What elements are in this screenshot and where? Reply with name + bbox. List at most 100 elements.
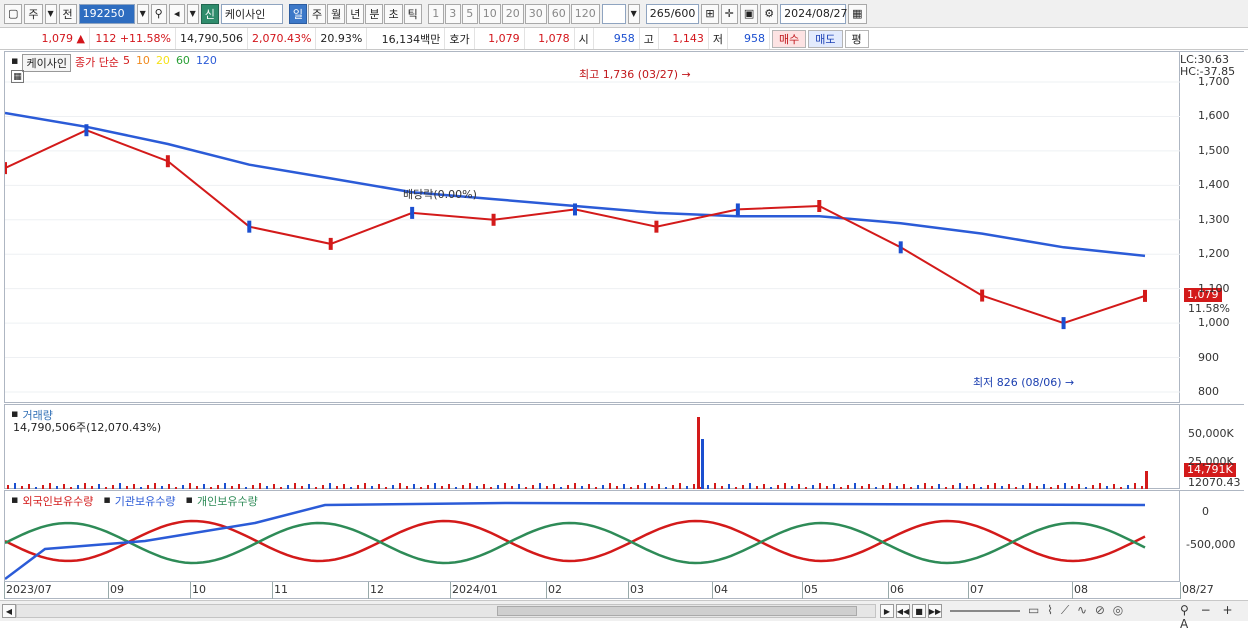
volume-bar <box>644 483 646 489</box>
tab-1[interactable]: 주 <box>307 3 327 24</box>
interval-1[interactable]: 1 <box>427 3 444 24</box>
holding-chart-pane[interactable]: ▪ 외국인보유수량 ▪ 기관보유수량 ▪ 개인보유수량 <box>4 490 1180 582</box>
rewind-icon[interactable]: ◀◀ <box>896 604 910 618</box>
volume-bar <box>315 487 317 489</box>
change-cell: 112 +11.58% <box>90 28 176 49</box>
volume-chart-pane[interactable]: ▪ 거래량 14,790,506주(12,070.43%) <box>4 404 1180 489</box>
ma-title: 종가 단순 <box>74 56 119 69</box>
tab-4[interactable]: 분 <box>365 3 384 24</box>
interval-3[interactable]: 3 <box>444 3 461 24</box>
price-y-label: 1,200 <box>1198 247 1230 261</box>
x-label: 10 <box>192 583 206 596</box>
volume-bar <box>560 487 562 489</box>
price-point <box>5 162 7 175</box>
scroll-left-icon[interactable]: ◀ <box>2 604 16 618</box>
chevron-down-icon[interactable]: ▼ <box>186 3 199 24</box>
interval-30[interactable]: 30 <box>524 3 547 24</box>
table-icon[interactable]: ▦ <box>11 70 24 83</box>
volume-bar <box>427 485 429 489</box>
stop-icon[interactable]: ■ <box>912 604 926 618</box>
interval-120[interactable]: 120 <box>570 3 600 24</box>
price-chart <box>5 81 1181 393</box>
tab-5[interactable]: 초 <box>384 3 403 24</box>
price-y-axis: LC:30.63 HC:-37.85 1,079 11.58% 1,700 1,6… <box>1180 51 1244 403</box>
holding-legend: ▪ 외국인보유수량 ▪ 기관보유수량 ▪ 개인보유수량 <box>11 493 264 509</box>
volume-bar <box>581 486 583 489</box>
x-label: 2023/07 <box>6 583 52 596</box>
fast-forward-icon[interactable]: ▶▶ <box>928 604 942 618</box>
save-icon[interactable]: ▣ <box>739 3 759 24</box>
chevron-down-icon[interactable]: ▼ <box>44 3 57 24</box>
volume-bar <box>574 483 576 489</box>
drawing-tools-icons[interactable]: ▭ ⌇ ⟋ ∿ ⊘ ◎ <box>1028 603 1125 618</box>
stock-code-input[interactable]: 192250 <box>78 3 135 24</box>
search-icon[interactable]: ⚲ <box>150 3 167 24</box>
volume-bar <box>154 483 156 489</box>
volume-bar <box>1064 483 1066 489</box>
volume-bar <box>938 484 940 489</box>
holding-legend-1[interactable]: 기관보유수량 <box>115 493 176 509</box>
volume-bar <box>189 483 191 489</box>
scroll-right-icon[interactable]: ▶ <box>880 604 894 618</box>
zoom-slider[interactable] <box>950 610 1020 612</box>
buy-button[interactable]: 매수 <box>772 29 807 48</box>
volume-bar <box>749 483 751 489</box>
scroll-thumb[interactable] <box>497 606 857 616</box>
ma-legend-5[interactable]: 5 <box>123 54 130 72</box>
volume-bar <box>1008 484 1010 489</box>
holding-legend-2[interactable]: 개인보유수량 <box>197 493 258 509</box>
volume-bar <box>735 487 737 489</box>
x-tick <box>712 582 713 599</box>
speaker-icon[interactable]: ◂ <box>168 3 185 24</box>
interval-5[interactable]: 5 <box>461 3 478 24</box>
tab-2[interactable]: 월 <box>327 3 346 24</box>
volume-bar <box>896 486 898 489</box>
zoom-tools-icons[interactable]: ⚲ − + A <box>1180 603 1248 631</box>
volume-bar <box>147 485 149 489</box>
window-icon[interactable]: ▢ <box>4 3 23 24</box>
interval-60[interactable]: 60 <box>547 3 570 24</box>
volume-bar <box>602 485 604 489</box>
sell-button[interactable]: 매도 <box>808 29 843 48</box>
volume-bar <box>490 487 492 489</box>
ma-legend-120[interactable]: 120 <box>196 54 217 72</box>
interval-20[interactable]: 20 <box>501 3 524 24</box>
volume-bar <box>357 485 359 489</box>
ma-legend-60[interactable]: 60 <box>176 54 190 72</box>
x-label: 08 <box>1074 583 1088 596</box>
individual-holding-line <box>5 521 1146 565</box>
price-y-label: 1,000 <box>1198 316 1230 330</box>
interval-10[interactable]: 10 <box>478 3 501 24</box>
tab-0[interactable]: 일 <box>288 3 307 24</box>
ma-legend-10[interactable]: 10 <box>136 54 150 72</box>
volume-bar <box>336 486 338 489</box>
price-chart-pane[interactable]: ▪ 케이사인 종가 단순 5 10 20 60 120 ▦ 최고 1,736 (03/2… <box>4 51 1181 403</box>
ma-legend-20[interactable]: 20 <box>156 54 170 72</box>
new-badge: 신 <box>200 3 219 24</box>
volume-bar <box>945 487 947 489</box>
tab-6[interactable]: 틱 <box>403 3 422 24</box>
x-label: 04 <box>714 583 728 596</box>
volume-bar <box>868 484 870 489</box>
interval-custom-input[interactable] <box>601 3 626 24</box>
chevron-down-icon[interactable]: ▼ <box>136 3 149 24</box>
crosshair-icon[interactable]: ✛ <box>720 3 738 24</box>
volume-chart <box>7 417 1148 489</box>
x-tick <box>888 582 889 599</box>
chevron-down-icon[interactable]: ▼ <box>627 3 640 24</box>
calendar-icon[interactable]: ▦ <box>848 3 867 24</box>
volume-bar <box>728 484 730 489</box>
horizontal-scrollbar[interactable] <box>16 604 876 618</box>
eval-button[interactable]: 평 <box>844 29 869 48</box>
stock-name-box[interactable]: 케이사인 <box>22 54 71 72</box>
prev-button[interactable]: 전 <box>58 3 77 24</box>
volume-y-label: 50,000K <box>1188 427 1234 440</box>
holding-legend-0[interactable]: 외국인보유수량 <box>22 493 93 509</box>
period-select[interactable]: 주 <box>24 3 43 24</box>
chart-type-icon[interactable]: ⊞ <box>701 3 719 24</box>
tab-3[interactable]: 년 <box>346 3 365 24</box>
date-input[interactable]: 2024/08/27 <box>780 3 848 24</box>
count-input[interactable]: 265/600 <box>645 3 700 24</box>
high-label: 고 <box>640 28 659 49</box>
gear-icon[interactable]: ⚙ <box>760 3 779 24</box>
